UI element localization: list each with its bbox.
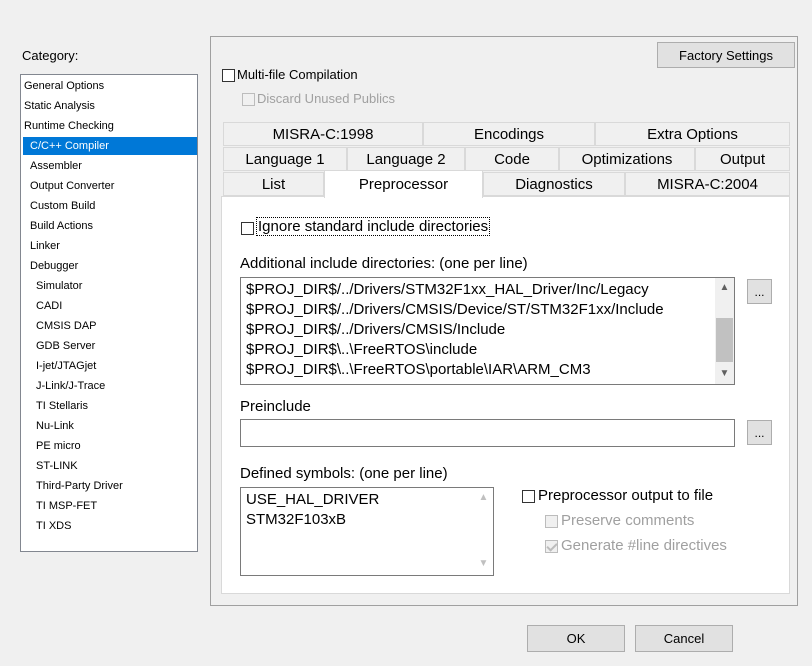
- tab-list[interactable]: List: [223, 172, 324, 196]
- category-item[interactable]: TI XDS: [23, 517, 197, 535]
- include-dir-line: $PROJ_DIR$/../Drivers/CMSIS/Device/ST/ST…: [246, 301, 664, 318]
- scroll-down-icon[interactable]: ▼: [716, 368, 733, 379]
- scroll-down-icon[interactable]: ▼: [475, 558, 492, 569]
- tab-misra-c-1998[interactable]: MISRA-C:1998: [223, 122, 423, 146]
- include-dirs-scrollbar[interactable]: ▲ ▼: [715, 278, 734, 384]
- scroll-up-icon[interactable]: ▲: [716, 282, 733, 293]
- category-list[interactable]: General Options Static Analysis Runtime Ch…: [20, 74, 198, 552]
- preinclude-browse-button[interactable]: ...: [747, 420, 772, 445]
- include-dir-line: $PROJ_DIR$/../Drivers/CMSIS/Include: [246, 321, 506, 338]
- category-item[interactable]: Nu-Link: [23, 417, 197, 435]
- category-item[interactable]: Debugger: [23, 257, 197, 275]
- include-dirs-textarea[interactable]: $PROJ_DIR$/../Drivers/STM32F1xx_HAL_Driv…: [240, 277, 735, 385]
- defined-symbols-label: Defined symbols: (one per line): [240, 465, 448, 482]
- defined-symbols-textarea[interactable]: USE_HAL_DRIVER STM32F103xB ▲ ▼: [240, 487, 494, 576]
- multi-file-checkbox[interactable]: [222, 69, 235, 82]
- category-item[interactable]: Custom Build: [23, 197, 197, 215]
- category-item[interactable]: J-Link/J-Trace: [23, 377, 197, 395]
- category-item[interactable]: Assembler: [23, 157, 197, 175]
- preinclude-label: Preinclude: [240, 398, 311, 415]
- preserve-comments-label: Preserve comments: [561, 512, 695, 529]
- pp-output-label: Preprocessor output to file: [538, 487, 714, 504]
- category-item[interactable]: PE micro: [23, 437, 197, 455]
- tab-encodings[interactable]: Encodings: [423, 122, 595, 146]
- include-dirs-label: Additional include directories: (one per…: [240, 255, 528, 272]
- defined-symbol-line: USE_HAL_DRIVER: [246, 491, 380, 508]
- category-item[interactable]: Third-Party Driver: [23, 477, 197, 495]
- category-item[interactable]: TI MSP-FET: [23, 497, 197, 515]
- category-item[interactable]: ST-LINK: [23, 457, 197, 475]
- tab-language-1[interactable]: Language 1: [223, 147, 347, 171]
- category-item[interactable]: Simulator: [23, 277, 197, 295]
- tab-code[interactable]: Code: [465, 147, 559, 171]
- category-item[interactable]: General Options: [23, 77, 197, 95]
- category-item[interactable]: Linker: [23, 237, 197, 255]
- generate-line-checkbox: [545, 540, 558, 553]
- category-item[interactable]: CMSIS DAP: [23, 317, 197, 335]
- tab-misra-c-2004[interactable]: MISRA-C:2004: [625, 172, 790, 196]
- ignore-std-checkbox[interactable]: [241, 222, 254, 235]
- include-dir-line: $PROJ_DIR$/../Drivers/STM32F1xx_HAL_Driv…: [246, 281, 649, 298]
- include-dir-line: $PROJ_DIR$\..\FreeRTOS\portable\IAR\ARM_…: [246, 361, 591, 378]
- ok-button[interactable]: OK: [527, 625, 625, 652]
- preinclude-input[interactable]: [240, 419, 735, 447]
- pp-output-checkbox[interactable]: [522, 490, 535, 503]
- ignore-std-label: Ignore standard include directories: [256, 217, 491, 236]
- category-item[interactable]: GDB Server: [23, 337, 197, 355]
- scroll-up-icon[interactable]: ▲: [475, 492, 492, 503]
- multi-file-label: Multi-file Compilation: [237, 67, 358, 82]
- category-label: Category:: [22, 48, 79, 63]
- category-item[interactable]: Static Analysis: [23, 97, 197, 115]
- generate-line-label: Generate #line directives: [561, 537, 727, 554]
- category-item[interactable]: TI Stellaris: [23, 397, 197, 415]
- tab-diagnostics[interactable]: Diagnostics: [483, 172, 625, 196]
- cancel-button[interactable]: Cancel: [635, 625, 733, 652]
- tab-preprocessor[interactable]: Preprocessor: [324, 170, 483, 198]
- category-item[interactable]: I-jet/JTAGjet: [23, 357, 197, 375]
- include-dir-line: $PROJ_DIR$\..\FreeRTOS\include: [246, 341, 478, 358]
- defined-symbols-scrollbar[interactable]: ▲ ▼: [474, 488, 493, 575]
- category-item[interactable]: C/C++ Compiler: [23, 137, 197, 155]
- discard-unused-checkbox: [242, 93, 255, 106]
- category-item[interactable]: Output Converter: [23, 177, 197, 195]
- discard-unused-label: Discard Unused Publics: [257, 91, 396, 106]
- tab-extra-options[interactable]: Extra Options: [595, 122, 790, 146]
- category-item[interactable]: Runtime Checking: [23, 117, 197, 135]
- category-item[interactable]: CADI: [23, 297, 197, 315]
- preserve-comments-checkbox: [545, 515, 558, 528]
- category-item[interactable]: Build Actions: [23, 217, 197, 235]
- defined-symbol-line: STM32F103xB: [246, 511, 347, 528]
- include-browse-button[interactable]: ...: [747, 279, 772, 304]
- scroll-thumb[interactable]: [716, 318, 733, 362]
- tab-language-2[interactable]: Language 2: [347, 147, 465, 171]
- tab-optimizations[interactable]: Optimizations: [559, 147, 695, 171]
- tab-output[interactable]: Output: [695, 147, 790, 171]
- factory-settings-button[interactable]: Factory Settings: [657, 42, 795, 68]
